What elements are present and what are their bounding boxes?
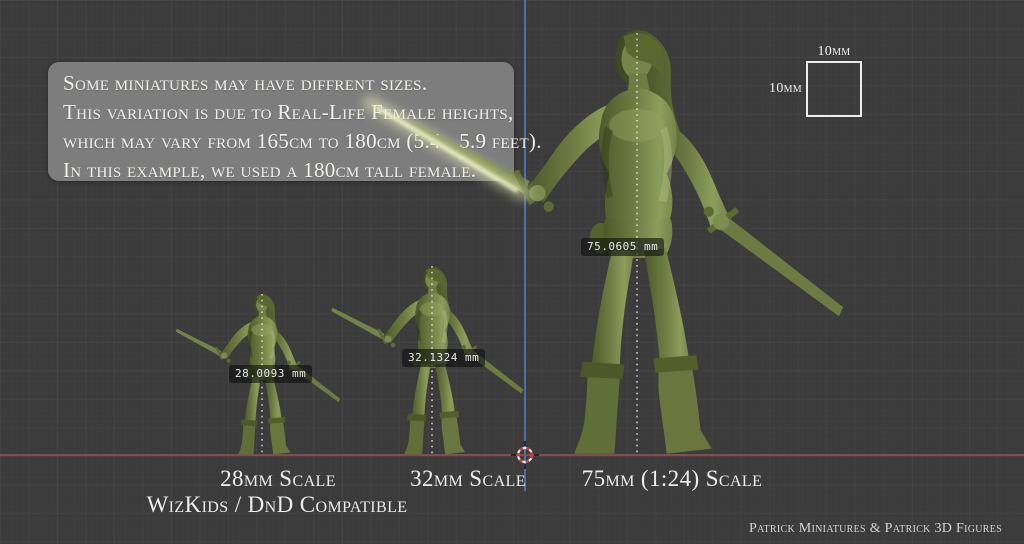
credit-text: Patrick Miniatures & Patrick 3D Figures <box>749 521 1002 537</box>
3d-viewport[interactable]: Some miniatures may have diffrent sizes.… <box>0 0 1024 544</box>
3d-cursor-icon <box>511 441 539 469</box>
scale-caption-28mm: 28mm Scale <box>220 466 336 492</box>
reference-square-10mm <box>806 61 862 117</box>
scale-caption-32mm: 32mm Scale <box>410 466 526 492</box>
measurement-label-75mm: 75.0605 mm <box>581 238 664 256</box>
scale-caption-28mm-subtitle: WizKids / DnD Compatible <box>147 492 408 518</box>
reference-square-side-label: 10mm <box>758 81 802 97</box>
scene-canvas[interactable] <box>0 0 1024 544</box>
measurement-label-28mm: 28.0093 mm <box>229 365 312 383</box>
reference-square-top-label: 10mm <box>806 44 862 60</box>
measurement-label-32mm: 32.1324 mm <box>402 349 485 367</box>
sword-glow <box>370 103 523 193</box>
scale-caption-75mm: 75mm (1:24) Scale <box>582 466 763 492</box>
